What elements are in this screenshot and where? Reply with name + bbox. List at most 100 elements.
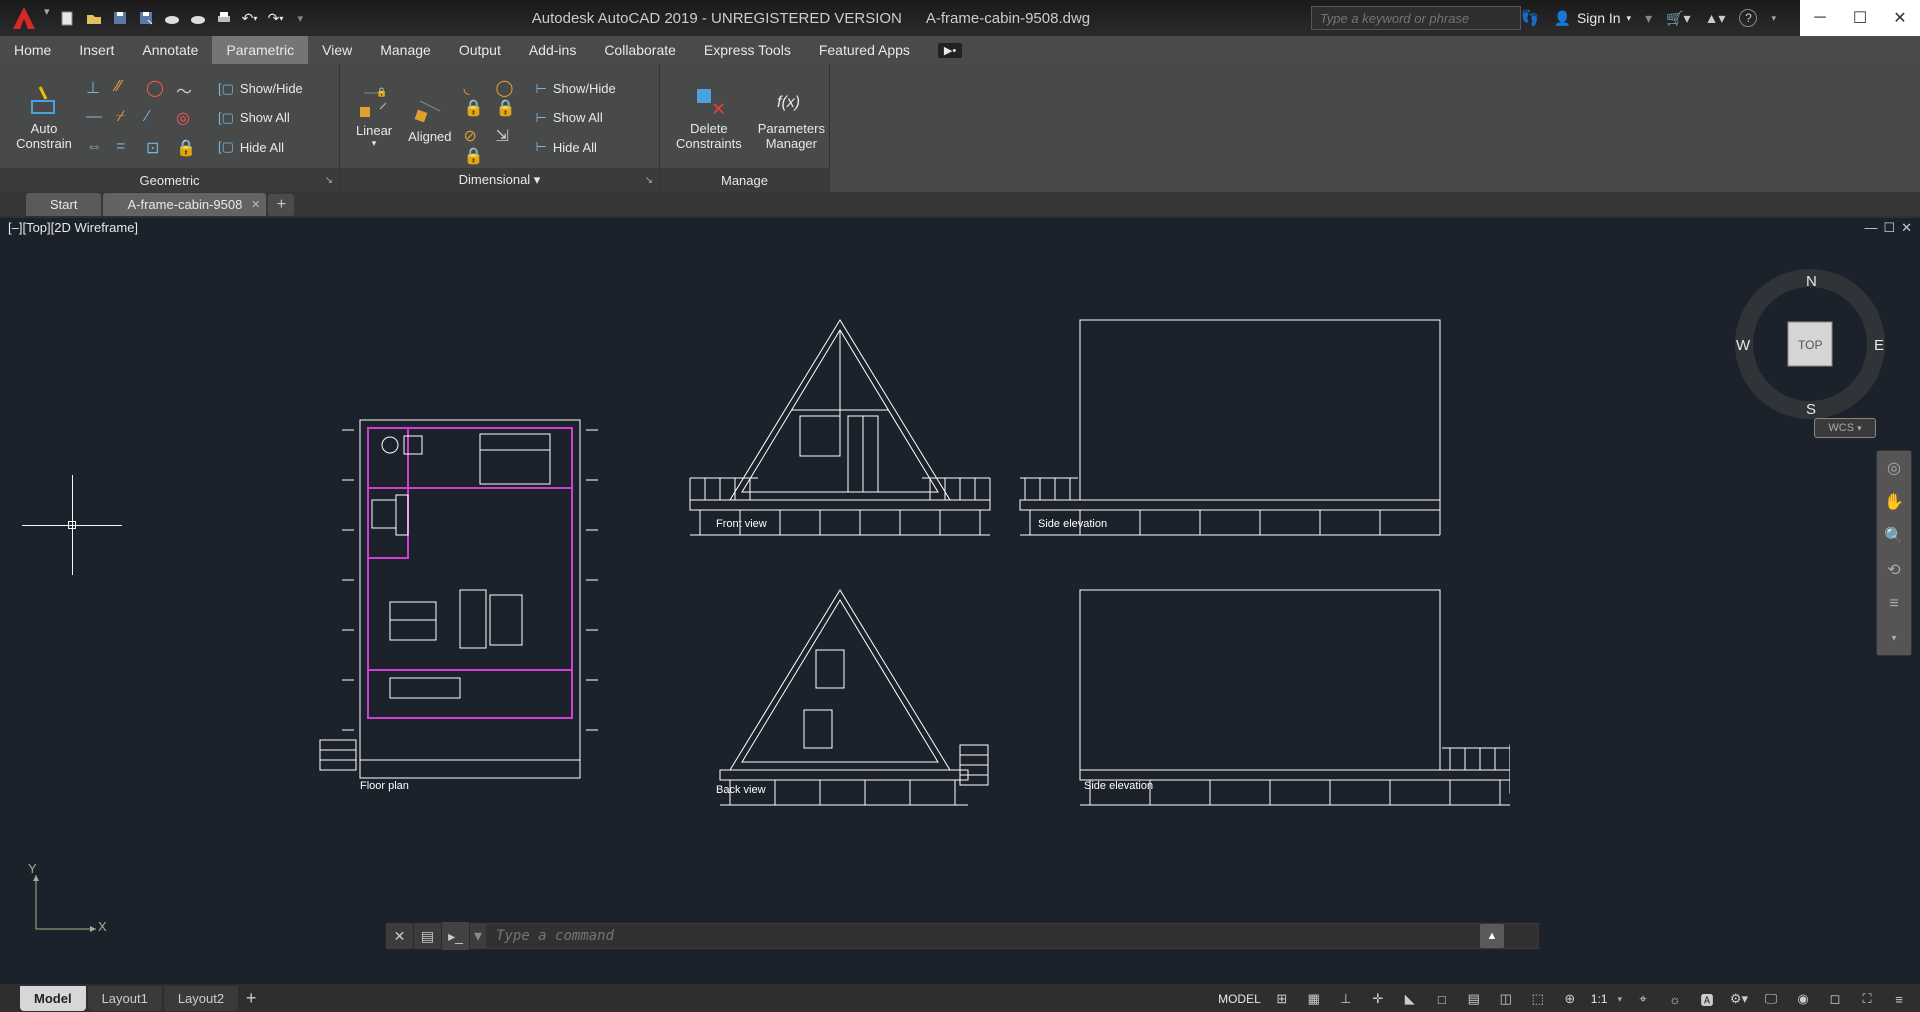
annoscale-icon[interactable]: ⌖ [1632,988,1654,1010]
vp-minimize-icon[interactable]: — [1864,220,1877,238]
tab-output[interactable]: Output [445,36,515,64]
collinear-icon[interactable]: ∕ [146,108,170,132]
showmotion-icon[interactable]: ≡ [1881,591,1907,617]
close-tab-icon[interactable]: ✕ [251,198,260,211]
tab-play-icon[interactable]: ▶• [924,36,976,64]
lineweight-icon[interactable]: ▤ [1463,988,1485,1010]
tab-annotate[interactable]: Annotate [128,36,212,64]
add-tab-button[interactable]: + [268,194,294,216]
snap-icon[interactable]: ▦ [1303,988,1325,1010]
tangent-icon[interactable]: ◯ [146,78,170,102]
osnap-icon[interactable]: □ [1431,988,1453,1010]
orbit-icon[interactable]: ⟲ [1881,557,1907,583]
open-icon[interactable] [84,8,104,28]
hardware-icon[interactable]: ◉ [1792,988,1814,1010]
dim-convert-icon[interactable]: ⇲ [496,126,520,166]
close-button[interactable]: ✕ [1880,0,1920,36]
aligned-button[interactable]: Aligned [400,70,459,166]
viewcube[interactable]: N E S W TOP [1730,264,1890,424]
cmd-close-icon[interactable]: ✕ [386,922,414,950]
perpendicular-icon[interactable]: ⊥ [86,78,110,102]
new-icon[interactable] [58,8,78,28]
grid-icon[interactable]: ⊞ [1271,988,1293,1010]
zoom-icon[interactable]: 🔍 [1881,523,1907,549]
workspace-icon[interactable]: ⚙▾ [1728,988,1750,1010]
smooth-icon[interactable]: 〜 [176,78,200,102]
pan-icon[interactable]: ✋ [1881,489,1907,515]
monitor-icon[interactable]: 🖵 [1760,988,1782,1010]
selection-icon[interactable]: ⬚ [1527,988,1549,1010]
parameters-manager-button[interactable]: f(x) Parameters Manager [750,70,833,166]
iso-icon[interactable]: ◣ [1399,988,1421,1010]
cleanscreen-icon[interactable]: ⛶ [1856,988,1878,1010]
polar-icon[interactable]: ✛ [1367,988,1389,1010]
keyword-search[interactable] [1311,6,1521,30]
fullnav-icon[interactable]: ◎ [1881,455,1907,481]
tab-parametric[interactable]: Parametric [212,36,308,64]
geom-showhide-button[interactable]: [▢Show/Hide [212,78,309,100]
tab-view[interactable]: View [308,36,366,64]
cmd-recent-icon[interactable]: ▤ [414,922,442,950]
tab-featuredapps[interactable]: Featured Apps [805,36,924,64]
cloud-open-icon[interactable] [162,8,182,28]
equal-icon[interactable]: = [116,138,140,162]
layout-1[interactable]: Layout1 [88,986,162,1011]
tab-manage[interactable]: Manage [366,36,445,64]
cmd-prompt-icon[interactable]: ▸_ [442,922,470,950]
vp-close-icon[interactable]: ✕ [1901,220,1912,238]
ortho-icon[interactable]: ⊥ [1335,988,1357,1010]
layout-model[interactable]: Model [20,986,86,1011]
redo-icon[interactable]: ↷▾ [266,8,286,28]
filetab-current[interactable]: A-frame-cabin-9508✕ [103,193,266,216]
drawing-canvas[interactable]: Floor plan Front view Side elevation Bac… [0,240,1920,982]
layout-add-button[interactable]: + [240,987,262,1009]
maximize-button[interactable]: ☐ [1840,0,1880,36]
minimize-button[interactable]: ─ [1800,0,1840,36]
tab-addins[interactable]: Add-ins [515,36,590,64]
dim-hideall-button[interactable]: ⊢Hide All [530,136,622,158]
symmetric-icon[interactable]: ⇔ [86,138,110,162]
fix-icon[interactable]: 🔒 [176,138,200,162]
save-icon[interactable] [110,8,130,28]
auto-constrain-button[interactable]: Auto Constrain [8,70,80,166]
annoauto-icon[interactable]: 🅰 [1696,988,1718,1010]
undo-icon[interactable]: ↶▾ [240,8,260,28]
customize-icon[interactable]: ≡ [1888,988,1910,1010]
dim-radius-icon[interactable]: ◯🔒 [496,78,520,118]
help-icon[interactable]: ? [1739,9,1757,27]
tab-collaborate[interactable]: Collaborate [590,36,690,64]
app-logo[interactable] [0,0,48,36]
transparency-icon[interactable]: ◫ [1495,988,1517,1010]
horizontal-icon[interactable]: — [86,108,110,132]
tab-insert[interactable]: Insert [65,36,128,64]
isolate-icon[interactable]: ◻ [1824,988,1846,1010]
geom-showall-button[interactable]: [▢Show All [212,107,309,129]
a360-icon[interactable]: ▲▾ [1705,10,1726,27]
share-icon[interactable]: 👣 [1521,9,1540,27]
coincident-icon[interactable]: ⊡ [146,138,170,162]
cloud-save-icon[interactable] [188,8,208,28]
status-model[interactable]: MODEL [1218,992,1261,1006]
viewport-label[interactable]: [–][Top][2D Wireframe] [8,220,138,238]
cart-icon[interactable]: 🛒▾ [1666,10,1690,27]
nav-expand-icon[interactable]: ▾ [1881,625,1907,651]
gizmo-icon[interactable]: ⊕ [1559,988,1581,1010]
vertical-icon[interactable]: ⌿ [116,108,140,132]
tab-expresstools[interactable]: Express Tools [690,36,805,64]
geom-hideall-button[interactable]: [▢Hide All [212,136,309,158]
dim-showall-button[interactable]: ⊢Show All [530,107,622,129]
command-input[interactable] [486,924,1539,948]
layout-2[interactable]: Layout2 [164,986,238,1011]
linear-button[interactable]: 🔒 Linear▾ [348,70,400,166]
dim-angular-icon[interactable]: ◟🔒 [464,78,488,118]
filetab-start[interactable]: Start [26,193,101,216]
wcs-button[interactable]: WCS▾ [1814,418,1876,438]
saveas-icon[interactable] [136,8,156,28]
parallel-icon[interactable]: ⁄⁄ [116,78,140,102]
annovis-icon[interactable]: ☼ [1664,988,1686,1010]
status-scale[interactable]: 1:1 [1591,992,1608,1006]
tab-home[interactable]: Home [0,36,65,64]
print-icon[interactable] [214,8,234,28]
vp-maximize-icon[interactable]: ☐ [1883,220,1895,238]
signin-button[interactable]: 👤 Sign In ▾ [1554,10,1632,27]
